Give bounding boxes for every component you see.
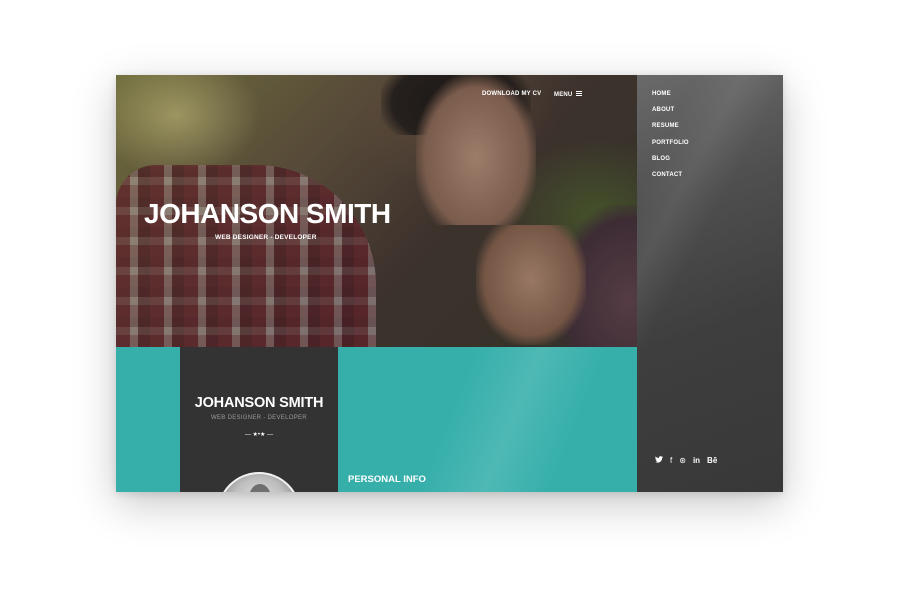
sidebar-item-portfolio[interactable]: PORTFOLIO xyxy=(652,139,689,155)
avatar xyxy=(217,472,301,492)
profile-role: WEB DESIGNER - DEVELOPER xyxy=(211,415,307,421)
sidebar-nav: HOME ABOUT RESUME PORTFOLIO BLOG CONTACT xyxy=(652,90,689,187)
hamburger-icon xyxy=(576,91,583,98)
profile-name: JOHANSON SMITH xyxy=(194,395,324,411)
sidebar-menu: HOME ABOUT RESUME PORTFOLIO BLOG CONTACT… xyxy=(637,75,783,492)
sidebar-item-blog[interactable]: BLOG xyxy=(652,155,689,171)
website-mockup: DOWNLOAD MY CV MENU JOHANSON SMITH WEB D… xyxy=(116,75,783,492)
star-divider: — ★•★ — xyxy=(244,432,274,438)
menu-label: MENU xyxy=(554,92,573,99)
hero-section: DOWNLOAD MY CV MENU JOHANSON SMITH WEB D… xyxy=(116,75,637,347)
sidebar-item-home[interactable]: HOME xyxy=(652,90,689,106)
download-cv-link[interactable]: DOWNLOAD MY CV xyxy=(482,91,541,97)
sidebar-item-resume[interactable]: RESUME xyxy=(652,122,689,138)
hero-title: JOHANSON SMITH xyxy=(144,198,391,229)
twitter-icon[interactable] xyxy=(655,456,663,465)
dribbble-icon[interactable]: ⊛ xyxy=(679,456,686,465)
sidebar-item-contact[interactable]: CONTACT xyxy=(652,171,689,187)
facebook-icon[interactable]: f xyxy=(670,456,672,465)
linkedin-icon[interactable]: in xyxy=(693,456,700,465)
hero-subtitle: WEB DESIGNER - DEVELOPER xyxy=(215,234,317,241)
about-section: JOHANSON SMITH WEB DESIGNER - DEVELOPER … xyxy=(116,347,637,492)
profile-card: JOHANSON SMITH WEB DESIGNER - DEVELOPER … xyxy=(180,347,338,492)
behance-icon[interactable]: Bē xyxy=(707,456,717,465)
avatar-face xyxy=(249,484,271,492)
personal-info-heading: PERSONAL INFO xyxy=(348,474,426,485)
gloss-highlight xyxy=(401,347,611,492)
menu-button[interactable]: MENU xyxy=(554,91,583,99)
social-links: f ⊛ in Bē xyxy=(655,456,717,465)
sidebar-item-about[interactable]: ABOUT xyxy=(652,106,689,122)
